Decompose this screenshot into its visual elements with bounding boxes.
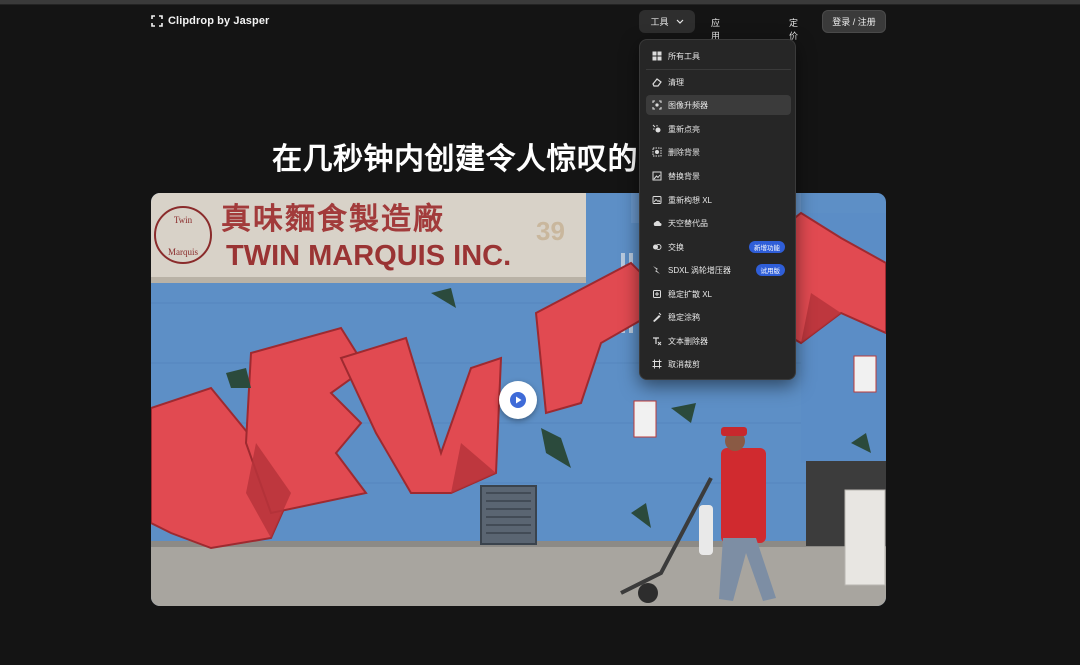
- sign-chinese-text: 真味麵食製造廠: [221, 202, 445, 237]
- menu-item-label: 稳定涂鸦: [668, 312, 700, 322]
- sign-logo-line2: Marquis: [168, 247, 198, 257]
- grid-icon: [652, 51, 662, 61]
- sign-number: 39: [536, 216, 565, 246]
- menu-item-uncrop[interactable]: 取消裁剪: [646, 354, 791, 374]
- menu-item-image-upscaler[interactable]: 图像升频器: [646, 95, 791, 115]
- menu-item-all-tools[interactable]: 所有工具: [646, 46, 791, 66]
- menu-item-label: 删除背景: [668, 147, 700, 157]
- sign-english-text: TWIN MARQUIS INC.: [226, 240, 511, 272]
- replace-bg-icon: [652, 171, 662, 181]
- menu-item-replace-background[interactable]: 替换背景: [646, 166, 791, 186]
- eraser-icon: [652, 77, 662, 87]
- menu-item-label: 清理: [668, 77, 684, 87]
- sky-icon: [652, 218, 662, 228]
- uncrop-icon: [652, 359, 662, 369]
- menu-item-label: 天空替代品: [668, 218, 708, 228]
- brand-logo[interactable]: Clipdrop by Jasper: [151, 15, 269, 27]
- menu-item-sky-replacer[interactable]: 天空替代品: [646, 213, 791, 233]
- play-icon: [510, 392, 526, 408]
- beta-badge: 试用版: [755, 264, 785, 276]
- sign-logo-line1: Twin: [174, 215, 193, 225]
- menu-item-cleanup[interactable]: 清理: [646, 72, 791, 92]
- remove-bg-icon: [652, 147, 662, 157]
- page-headline: 在几秒钟内创建令人惊叹的: [272, 143, 638, 176]
- login-button[interactable]: 登录 / 注册: [822, 10, 886, 33]
- tools-dropdown-button[interactable]: 工具: [639, 10, 695, 33]
- menu-item-sdxl-turbo[interactable]: SDXL 涡轮增压器 试用版: [646, 260, 791, 280]
- turbo-icon: [652, 265, 662, 275]
- top-nav: 工具 应用程序接口 定价 登录 / 注册: [639, 10, 886, 93]
- menu-item-reimagine-xl[interactable]: 重新构想 XL: [646, 190, 791, 210]
- menu-item-label: 重新点亮: [668, 124, 700, 134]
- play-video-button[interactable]: [499, 381, 537, 419]
- menu-divider: [646, 69, 791, 70]
- brand-name: Clipdrop by Jasper: [168, 15, 270, 27]
- menu-item-stable-doodle[interactable]: 稳定涂鸦: [646, 307, 791, 327]
- menu-item-text-remover[interactable]: 文本删除器: [646, 331, 791, 351]
- text-remover-icon: [652, 336, 662, 346]
- menu-item-label: 稳定扩散 XL: [668, 289, 713, 299]
- menu-item-label: 所有工具: [668, 51, 700, 61]
- upscale-icon: [652, 100, 662, 110]
- window-top-divider: [0, 4, 1080, 5]
- menu-item-swap[interactable]: 交换 新增功能: [646, 237, 791, 257]
- menu-item-label: 替换背景: [668, 171, 700, 181]
- menu-item-stable-diffusion-xl[interactable]: 稳定扩散 XL: [646, 284, 791, 304]
- swap-icon: [652, 242, 662, 252]
- menu-item-label: 图像升频器: [668, 100, 708, 110]
- menu-item-relight[interactable]: 重新点亮: [646, 119, 791, 139]
- bracket-logo-icon: [151, 15, 163, 27]
- menu-item-label: SDXL 涡轮增压器: [668, 265, 731, 275]
- menu-item-label: 重新构想 XL: [668, 195, 713, 205]
- diffusion-icon: [652, 289, 662, 299]
- chevron-down-icon: [676, 19, 683, 24]
- light-icon: [652, 124, 662, 134]
- menu-item-label: 文本删除器: [668, 336, 708, 346]
- reimagine-icon: [652, 195, 662, 205]
- tools-label: 工具: [650, 17, 669, 27]
- nav-pricing-link[interactable]: 定价: [789, 16, 798, 42]
- tools-dropdown-menu: 所有工具 清理 图像升频器 重新点亮 删除背景 替换背景 重新构想 XL 天空替…: [639, 39, 796, 380]
- menu-item-label: 取消裁剪: [668, 359, 700, 369]
- menu-item-remove-background[interactable]: 删除背景: [646, 142, 791, 162]
- new-feature-badge: 新增功能: [749, 241, 785, 253]
- doodle-icon: [652, 312, 662, 322]
- menu-item-label: 交换: [668, 242, 684, 252]
